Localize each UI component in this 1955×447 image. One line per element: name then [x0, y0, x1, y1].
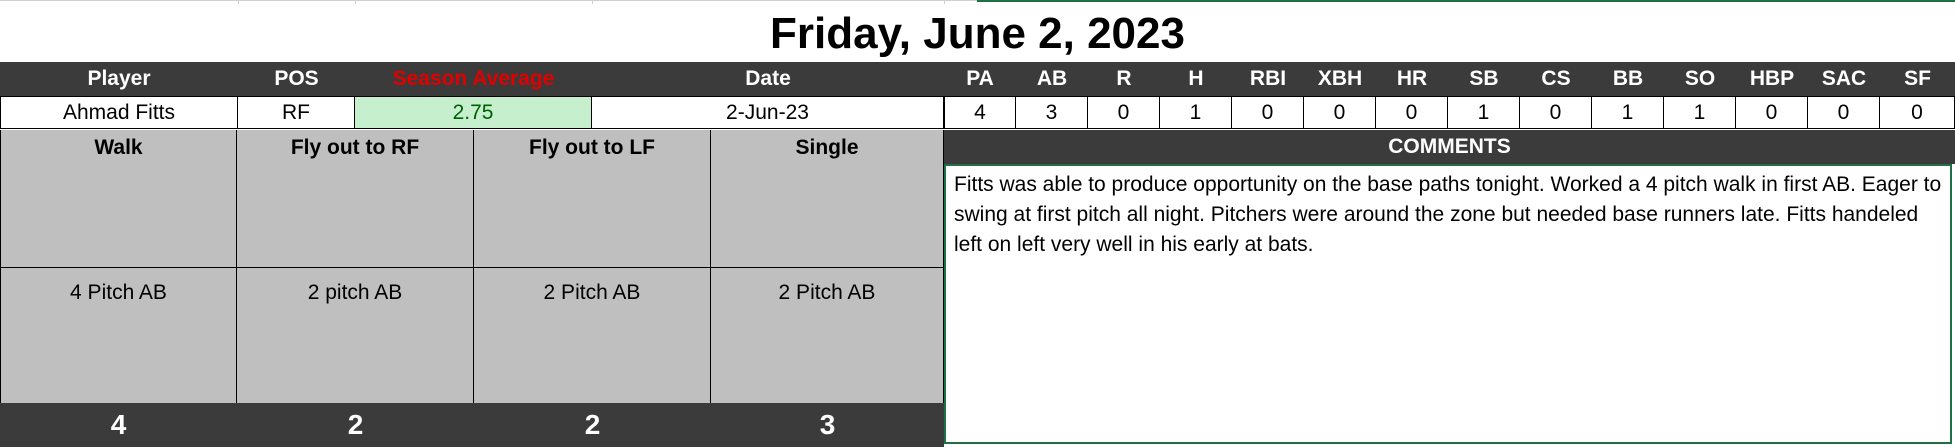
pa-detail[interactable]: 4 Pitch AB	[1, 268, 236, 403]
pitch-count-2[interactable]: 2	[237, 403, 474, 447]
cell-stat-sf[interactable]: 0	[1880, 97, 1955, 129]
cell-date[interactable]: 2-Jun-23	[592, 97, 944, 129]
header-season-average[interactable]: Season Average	[355, 62, 592, 96]
cell-stat-sb[interactable]: 1	[1448, 97, 1520, 129]
pa-result[interactable]: Fly out to LF	[474, 130, 710, 268]
header-stat-pa[interactable]: PA	[944, 62, 1016, 96]
comments-header[interactable]: COMMENTS	[944, 130, 1955, 164]
pa-box-3: Fly out to LF 2 Pitch AB	[474, 130, 711, 403]
header-stat-sb[interactable]: SB	[1448, 62, 1520, 96]
header-stat-rbi[interactable]: RBI	[1232, 62, 1304, 96]
pa-box-1: Walk 4 Pitch AB	[0, 130, 237, 403]
game-date-title[interactable]: Friday, June 2, 2023	[0, 6, 1955, 62]
cell-pos[interactable]: RF	[238, 97, 355, 129]
header-stat-h[interactable]: H	[1160, 62, 1232, 96]
pa-detail[interactable]: 2 Pitch AB	[474, 268, 710, 403]
header-stat-so[interactable]: SO	[1664, 62, 1736, 96]
cell-stat-cs[interactable]: 0	[1520, 97, 1592, 129]
cell-stat-h[interactable]: 1	[1160, 97, 1232, 129]
spreadsheet: Friday, June 2, 2023 Player POS Season A…	[0, 0, 1955, 447]
header-date[interactable]: Date	[592, 62, 944, 96]
pitch-count-1[interactable]: 4	[0, 403, 237, 447]
cell-stat-sac[interactable]: 0	[1808, 97, 1880, 129]
cell-stat-rbi[interactable]: 0	[1232, 97, 1304, 129]
cell-player[interactable]: Ahmad Fitts	[0, 97, 238, 129]
cell-stat-pa[interactable]: 4	[944, 97, 1016, 129]
header-stat-ab[interactable]: AB	[1016, 62, 1088, 96]
pitch-count-3[interactable]: 2	[474, 403, 711, 447]
pa-result[interactable]: Fly out to RF	[237, 130, 473, 268]
header-stat-sac[interactable]: SAC	[1808, 62, 1880, 96]
header-stat-r[interactable]: R	[1088, 62, 1160, 96]
header-stat-xbh[interactable]: XBH	[1304, 62, 1376, 96]
cell-stat-ab[interactable]: 3	[1016, 97, 1088, 129]
pa-detail[interactable]: 2 Pitch AB	[711, 268, 943, 403]
header-stat-sf[interactable]: SF	[1880, 62, 1955, 96]
pa-detail[interactable]: 2 pitch AB	[237, 268, 473, 403]
cell-stat-hbp[interactable]: 0	[1736, 97, 1808, 129]
comments-cell[interactable]: Fitts was able to produce opportunity on…	[944, 164, 1952, 444]
selection-border-top	[977, 0, 1955, 2]
pa-result[interactable]: Walk	[1, 130, 236, 268]
cell-stat-r[interactable]: 0	[1088, 97, 1160, 129]
header-stat-bb[interactable]: BB	[1592, 62, 1664, 96]
header-stat-hr[interactable]: HR	[1376, 62, 1448, 96]
header-stats: PA AB R H RBI XBH HR SB CS BB SO HBP SAC SF	[944, 62, 1955, 96]
header-stat-hbp[interactable]: HBP	[1736, 62, 1808, 96]
pa-box-4: Single 2 Pitch AB	[711, 130, 944, 403]
header-pos[interactable]: POS	[238, 62, 355, 96]
player-row: Ahmad Fitts RF 2.75 2-Jun-23 43010001011…	[0, 96, 1955, 130]
header-player[interactable]: Player	[0, 62, 238, 96]
cell-season-average[interactable]: 2.75	[355, 97, 592, 129]
pitch-count-4[interactable]: 3	[711, 403, 944, 447]
cell-stat-so[interactable]: 1	[1664, 97, 1736, 129]
pa-box-2: Fly out to RF 2 pitch AB	[237, 130, 474, 403]
cell-stat-hr[interactable]: 0	[1376, 97, 1448, 129]
header-stat-cs[interactable]: CS	[1520, 62, 1592, 96]
cell-stat-xbh[interactable]: 0	[1304, 97, 1376, 129]
cell-stat-bb[interactable]: 1	[1592, 97, 1664, 129]
pa-result[interactable]: Single	[711, 130, 943, 268]
